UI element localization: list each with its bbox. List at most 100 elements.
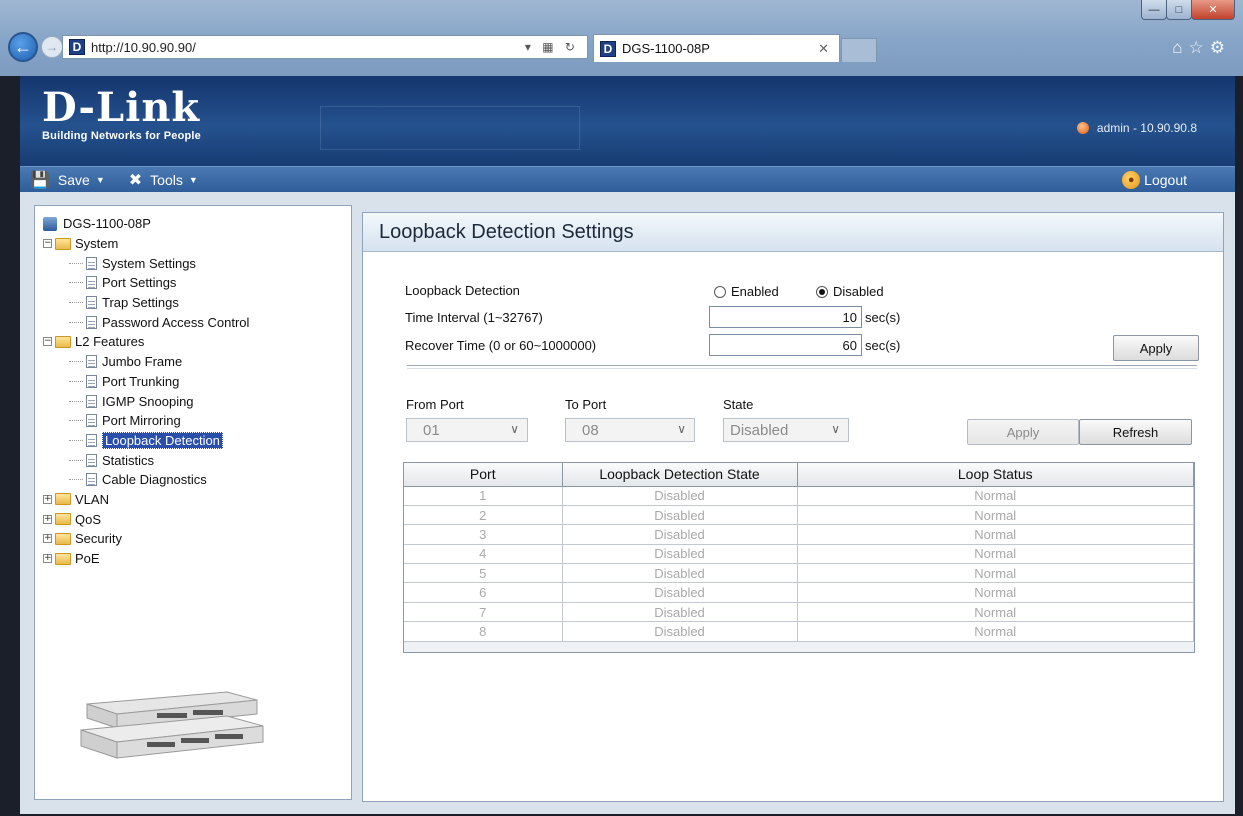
header-port-graphic (320, 106, 580, 150)
state-select[interactable]: Disabled ∨ (723, 418, 849, 442)
to-port-label: To Port (565, 397, 607, 412)
state-cell: Disabled (562, 602, 798, 623)
state-cell: Disabled (562, 505, 798, 526)
page-icon (86, 394, 97, 408)
workspace: DGS-1100-08P − System System Settings Po… (20, 192, 1235, 814)
state-cell: Disabled (562, 582, 798, 603)
save-menu[interactable]: 💾 Save ▼ (30, 170, 105, 190)
apply-port-button[interactable]: Apply (967, 419, 1079, 445)
tools-menu[interactable]: ✖ Tools ▼ (129, 170, 198, 190)
port-cell: 4 (404, 544, 563, 565)
tree-folder-l2-features[interactable]: − L2 Features (43, 332, 249, 352)
browser-tab[interactable]: D DGS-1100-08P ✕ (593, 34, 840, 62)
tree-item-label: Port Mirroring (102, 413, 181, 429)
minimize-icon[interactable]: — (1141, 0, 1167, 20)
navigation-tree: DGS-1100-08P − System System Settings Po… (43, 214, 249, 568)
tree-folder-security[interactable]: + Security (43, 529, 249, 549)
port-cell: 6 (404, 582, 563, 603)
table-row: 8 Disabled Normal (404, 621, 1194, 642)
user-info: admin - 10.90.90.8 (1076, 121, 1197, 135)
state-cell: Disabled (562, 563, 798, 584)
tree-folder-qos[interactable]: + QoS (43, 509, 249, 529)
back-arrow-icon[interactable]: ← (8, 32, 38, 62)
tree-folder-poe[interactable]: + PoE (43, 549, 249, 569)
recover-time-input[interactable] (709, 334, 862, 356)
logout-icon: ● (1122, 170, 1141, 189)
address-bar[interactable]: D http://10.90.90.90/ ▾ ▦ ↻ (62, 35, 588, 59)
tools-icon: ✖ (128, 171, 143, 189)
column-header-port[interactable]: Port (404, 463, 563, 487)
table-footer (404, 641, 1194, 652)
tab-close-icon[interactable]: ✕ (818, 41, 839, 57)
logout-button[interactable]: ● Logout (1122, 170, 1187, 189)
column-header-loop-status[interactable]: Loop Status (797, 463, 1194, 487)
disabled-radio[interactable]: Disabled (816, 284, 884, 299)
port-cell: 8 (404, 621, 563, 642)
tree-folder-label: L2 Features (75, 334, 145, 350)
chevron-down-icon: ∨ (831, 422, 840, 436)
home-icon[interactable]: ⌂ (1172, 38, 1188, 57)
from-port-select[interactable]: 01 ∨ (406, 418, 528, 442)
recover-time-unit: sec(s) (865, 338, 901, 353)
collapse-icon[interactable]: − (43, 337, 52, 347)
expand-icon[interactable]: + (43, 514, 52, 524)
port-cell: 7 (404, 602, 563, 623)
tree-item-statistics[interactable]: Statistics (43, 450, 249, 470)
tree-item-jumbo-frame[interactable]: Jumbo Frame (43, 352, 249, 372)
collapse-icon[interactable]: − (43, 239, 52, 249)
tree-item-igmp-snooping[interactable]: IGMP Snooping (43, 391, 249, 411)
enabled-radio[interactable]: Enabled (714, 284, 779, 299)
time-interval-input[interactable] (709, 306, 862, 328)
chevron-down-icon: ∨ (677, 422, 686, 436)
url-text[interactable]: http://10.90.90.90/ (91, 40, 525, 55)
table-row: 4 Disabled Normal (404, 544, 1194, 565)
tree-item-port-trunking[interactable]: Port Trunking (43, 372, 249, 392)
save-label: Save (57, 171, 90, 188)
time-interval-unit: sec(s) (865, 310, 901, 325)
folder-icon (55, 513, 71, 526)
tree-root[interactable]: DGS-1100-08P (43, 214, 249, 234)
recover-time-label: Recover Time (0 or 60~1000000) (405, 338, 597, 353)
radio-enabled-circle[interactable] (714, 285, 726, 298)
loop-status-cell: Normal (797, 544, 1194, 565)
expand-icon[interactable]: + (43, 494, 52, 504)
maximize-icon[interactable]: □ (1166, 0, 1192, 20)
radio-disabled-circle[interactable] (816, 285, 828, 298)
logo-tagline: Building Networks for People (42, 130, 202, 142)
tree-folder-vlan[interactable]: + VLAN (43, 490, 249, 510)
tree-item-label: Trap Settings (102, 295, 179, 311)
table-row: 2 Disabled Normal (404, 505, 1194, 526)
page-icon (86, 355, 97, 369)
column-header-loopback-state[interactable]: Loopback Detection State (562, 463, 798, 487)
tree-item-port-mirroring[interactable]: Port Mirroring (43, 411, 249, 431)
close-icon[interactable]: ✕ (1191, 0, 1235, 20)
address-tools-icons[interactable]: ▾ ▦ ↻ (525, 40, 587, 54)
favorites-star-icon[interactable]: ☆ (1189, 38, 1210, 57)
forward-arrow-icon[interactable]: → (41, 36, 63, 58)
settings-gear-icon[interactable]: ⚙ (1210, 38, 1231, 57)
table-row: 6 Disabled Normal (404, 582, 1194, 603)
app-header: D-Link Building Networks for People admi… (20, 76, 1235, 166)
enabled-label: Enabled (731, 284, 779, 299)
tree-item-trap-settings[interactable]: Trap Settings (43, 293, 249, 313)
loopback-detection-label: Loopback Detection (405, 283, 520, 298)
page-icon (86, 256, 97, 270)
tree-item-port-settings[interactable]: Port Settings (43, 273, 249, 293)
tree-item-password-access-control[interactable]: Password Access Control (43, 312, 249, 332)
tree-item-loopback-detection[interactable]: Loopback Detection (43, 431, 249, 451)
expand-icon[interactable]: + (43, 554, 52, 564)
state-cell: Disabled (562, 524, 798, 545)
switch-device-icon (43, 216, 57, 231)
tree-item-system-settings[interactable]: System Settings (43, 253, 249, 273)
dlink-favicon-icon: D (69, 39, 85, 55)
expand-icon[interactable]: + (43, 534, 52, 544)
folder-open-icon (55, 335, 71, 348)
to-port-select[interactable]: 08 ∨ (565, 418, 695, 442)
tree-item-cable-diagnostics[interactable]: Cable Diagnostics (43, 470, 249, 490)
tree-folder-system[interactable]: − System (43, 234, 249, 254)
apply-settings-button[interactable]: Apply (1113, 335, 1199, 361)
new-tab-button[interactable] (841, 38, 877, 62)
loop-status-cell: Normal (797, 582, 1194, 603)
refresh-button[interactable]: Refresh (1079, 419, 1192, 445)
to-port-value: 08 (582, 421, 599, 439)
